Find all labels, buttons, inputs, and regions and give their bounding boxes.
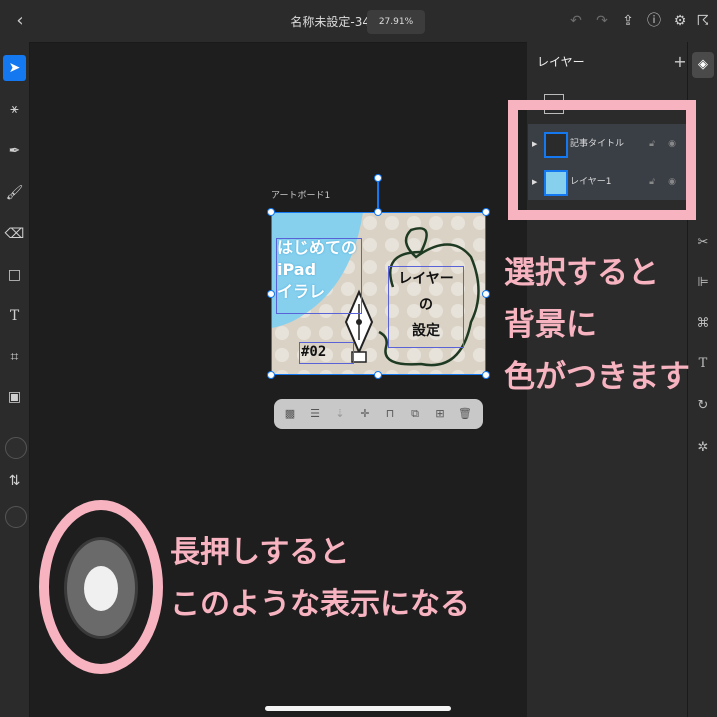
selection-handle[interactable]: [482, 208, 490, 216]
selection-handle[interactable]: [267, 371, 275, 379]
artboard-label: アートボード1: [271, 191, 331, 201]
selection-bounding-box: [271, 212, 486, 375]
selection-handle[interactable]: [374, 208, 382, 216]
selection-handle[interactable]: [267, 290, 275, 298]
touch-modifier-knob[interactable]: [5, 437, 27, 459]
path-curve-icon[interactable]: ↻: [692, 395, 714, 417]
duplicate-icon[interactable]: ⧉: [407, 405, 423, 423]
redo-icon[interactable]: ↷: [592, 10, 612, 32]
selection-handle[interactable]: [374, 371, 382, 379]
layers-panel-title: レイヤー: [537, 55, 585, 69]
help-icon[interactable]: ⓘ: [644, 10, 664, 32]
type-tool-icon[interactable]: T: [3, 303, 26, 329]
contextual-task-bar: [274, 399, 483, 429]
annotation-text: 背景に: [504, 307, 597, 343]
crop-tool-icon[interactable]: ⌗: [3, 344, 26, 370]
transform-icon[interactable]: ⌘: [692, 313, 714, 335]
lock-icon[interactable]: ⊓: [382, 405, 398, 423]
selection-tool-icon[interactable]: ➤: [3, 55, 26, 81]
brush-tool-icon[interactable]: 🖌: [3, 180, 26, 206]
trash-icon[interactable]: 🗑︎: [457, 405, 473, 423]
direct-selection-tool-icon[interactable]: ⚹: [3, 96, 26, 122]
touch-shortcut-joystick-center[interactable]: [84, 566, 118, 611]
selection-handle[interactable]: [482, 371, 490, 379]
repeat-icon[interactable]: ⇣: [332, 405, 348, 423]
color-knob[interactable]: [5, 506, 27, 528]
selection-handle[interactable]: [482, 290, 490, 298]
zoom-level[interactable]: 27.91%: [367, 10, 425, 34]
align-icon[interactable]: ⊫: [692, 272, 714, 294]
annotation-text: 長押しすると: [170, 535, 350, 570]
rotation-handle[interactable]: [374, 174, 382, 182]
pen-tool-icon[interactable]: ✒: [3, 138, 26, 164]
add-layer-plus-icon[interactable]: +: [672, 52, 688, 72]
share-icon[interactable]: ⇪: [618, 10, 638, 32]
home-indicator[interactable]: [265, 706, 451, 711]
settings-gear-icon[interactable]: ⚙: [670, 10, 690, 32]
swap-arrows-icon[interactable]: ⇅: [3, 468, 26, 494]
move-cross-icon[interactable]: ✛: [357, 405, 373, 423]
image-place-tool-icon[interactable]: ▣: [3, 384, 26, 410]
undo-icon[interactable]: ↶: [566, 10, 586, 32]
selection-handle[interactable]: [267, 208, 275, 216]
effects-gear-icon[interactable]: ✲: [692, 437, 714, 459]
scissors-icon[interactable]: ✂: [692, 232, 714, 254]
layers-stack-icon[interactable]: ◈: [692, 52, 714, 78]
eraser-tool-icon[interactable]: ⌫: [3, 221, 26, 247]
rectangle-tool-icon[interactable]: □: [3, 262, 26, 288]
document-title[interactable]: 名称未設定-34: [270, 12, 370, 32]
menu-lines-icon[interactable]: ☰: [307, 405, 323, 423]
annotation-text: 色がつきます: [504, 359, 690, 395]
copy-plus-icon[interactable]: ⊞: [432, 405, 448, 423]
annotation-text: このような表示になる: [170, 587, 470, 622]
annotation-text: 選択すると: [504, 255, 659, 291]
annotation-highlight-frame: [508, 100, 696, 220]
touch-shortcut-icon[interactable]: ☈: [693, 10, 713, 32]
pattern-icon[interactable]: ▩: [282, 405, 298, 423]
back-chevron-icon[interactable]: ‹: [10, 10, 30, 32]
